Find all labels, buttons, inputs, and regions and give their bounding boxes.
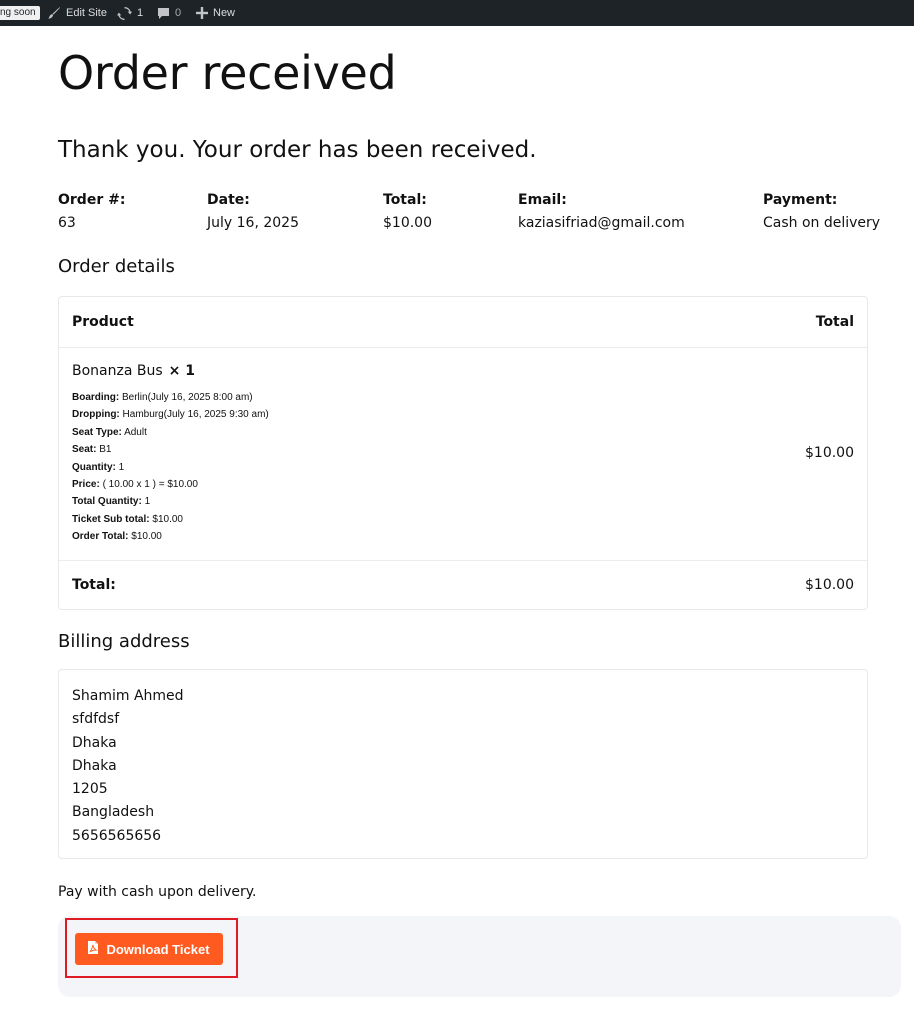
overview-order-number: Order #: 63 [58, 190, 125, 234]
order-number-label: Order #: [58, 192, 126, 208]
page-title: Order received [58, 46, 397, 100]
header-divider [59, 347, 867, 348]
billing-address-box: Shamim Ahmed sfdfdsf Dhaka Dhaka 1205 Ba… [58, 669, 868, 859]
billing-city: Dhaka [72, 734, 117, 751]
billing-postcode: 1205 [72, 781, 108, 798]
new-content-link[interactable]: New [196, 0, 235, 26]
billing-address-heading: Billing address [58, 631, 190, 652]
updates-count: 1 [137, 7, 144, 19]
billing-name: Shamim Ahmed [72, 688, 184, 704]
billing-phone: 5656565656 [72, 827, 162, 844]
overview-payment: Payment: Cash on delivery [763, 190, 880, 234]
total-value: $10.00 [383, 215, 432, 231]
meta-seat-type: Seat Type: Adult [72, 426, 147, 438]
payment-instructions: Pay with cash upon delivery. [58, 884, 257, 900]
meta-seat: Seat: B1 [72, 444, 112, 456]
comments-link[interactable]: 0 [157, 0, 181, 26]
order-number-value: 63 [58, 215, 76, 231]
meta-ticket-subtotal: Ticket Sub total: $10.00 [72, 513, 183, 525]
total-column-header: Total [815, 314, 854, 330]
meta-price: Price: ( 10.00 x 1 ) = $10.00 [72, 479, 198, 491]
pdf-file-icon [88, 941, 99, 957]
product-meta-list: Boarding: Berlin(July 16, 2025 8:00 am) … [72, 389, 269, 546]
overview-total: Total: $10.00 [383, 190, 432, 234]
edit-site-link[interactable]: Edit Site [47, 0, 107, 26]
comment-icon [157, 7, 170, 20]
date-label: Date: [207, 192, 250, 208]
footer-divider [59, 560, 867, 561]
billing-state: Dhaka [72, 757, 117, 774]
new-label: New [213, 7, 236, 19]
coming-soon-badge[interactable]: ng soon [0, 6, 40, 20]
product-name[interactable]: Bonanza Bus × 1 [72, 363, 195, 379]
plus-icon [196, 7, 208, 19]
billing-address: Shamim Ahmed sfdfdsf Dhaka Dhaka 1205 Ba… [72, 685, 184, 848]
product-quantity: × 1 [168, 363, 196, 379]
overview-email: Email: kaziasifriad@gmail.com [518, 190, 685, 234]
updates-icon [117, 6, 132, 21]
download-ticket-button[interactable]: Download Ticket [75, 933, 223, 965]
meta-quantity: Quantity: 1 [72, 461, 125, 473]
edit-site-label: Edit Site [66, 7, 107, 19]
email-label: Email: [518, 192, 567, 208]
email-value: kaziasifriad@gmail.com [518, 215, 685, 231]
order-details-table: Product Total Bonanza Bus × 1 Boarding: B… [58, 296, 868, 610]
order-total-label: Total: [72, 577, 116, 593]
comments-count: 0 [175, 7, 182, 19]
date-value: July 16, 2025 [207, 215, 299, 231]
payment-value: Cash on delivery [763, 215, 881, 231]
line-item-total: $10.00 [805, 445, 854, 461]
total-label: Total: [383, 192, 427, 208]
order-details-heading: Order details [58, 256, 175, 277]
brush-icon [47, 6, 61, 20]
meta-total-quantity: Total Quantity: 1 [72, 496, 151, 508]
meta-order-total: Order Total: $10.00 [72, 531, 162, 543]
download-ticket-label: Download Ticket [106, 941, 210, 957]
billing-address-line: sfdfdsf [72, 711, 120, 728]
thank-you-message: Thank you. Your order has been received. [58, 137, 537, 163]
admin-bar: ng soon Edit Site 1 0 New [0, 0, 914, 26]
product-name-text: Bonanza Bus [72, 363, 163, 379]
billing-country: Bangladesh [72, 804, 155, 821]
updates-link[interactable]: 1 [117, 0, 143, 26]
meta-boarding: Boarding: Berlin(July 16, 2025 8:00 am) [72, 392, 253, 403]
payment-label: Payment: [763, 192, 838, 208]
meta-dropping: Dropping: Hamburg(July 16, 2025 9:30 am) [72, 409, 269, 421]
order-total-value: $10.00 [805, 577, 854, 593]
overview-date: Date: July 16, 2025 [207, 190, 299, 234]
product-column-header: Product [72, 314, 134, 330]
